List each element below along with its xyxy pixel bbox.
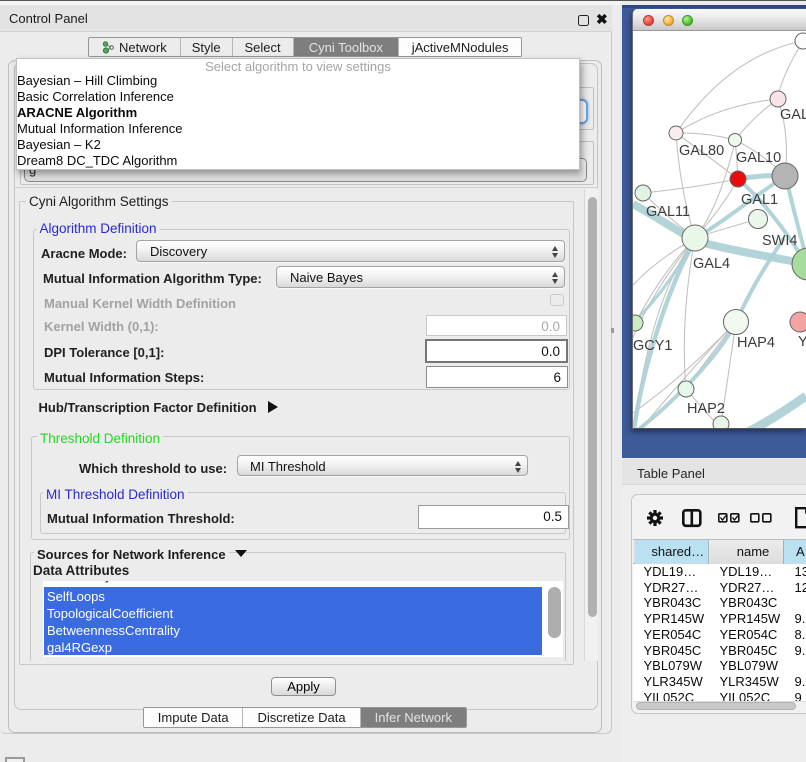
svg-text:GAL11: GAL11	[646, 204, 690, 220]
svg-text:GAL: GAL	[780, 107, 806, 123]
svg-text:GCY1: GCY1	[633, 338, 673, 354]
svg-text:GAL10: GAL10	[736, 150, 781, 166]
svg-text:HAP2: HAP2	[687, 401, 725, 417]
svg-text:Y: Y	[798, 334, 806, 350]
svg-text:GAL4: GAL4	[693, 256, 730, 272]
svg-text:GAL80: GAL80	[679, 143, 724, 159]
svg-text:GAL1: GAL1	[741, 192, 778, 208]
svg-text:SWI4: SWI4	[762, 233, 797, 249]
svg-text:HAP4: HAP4	[737, 335, 775, 351]
